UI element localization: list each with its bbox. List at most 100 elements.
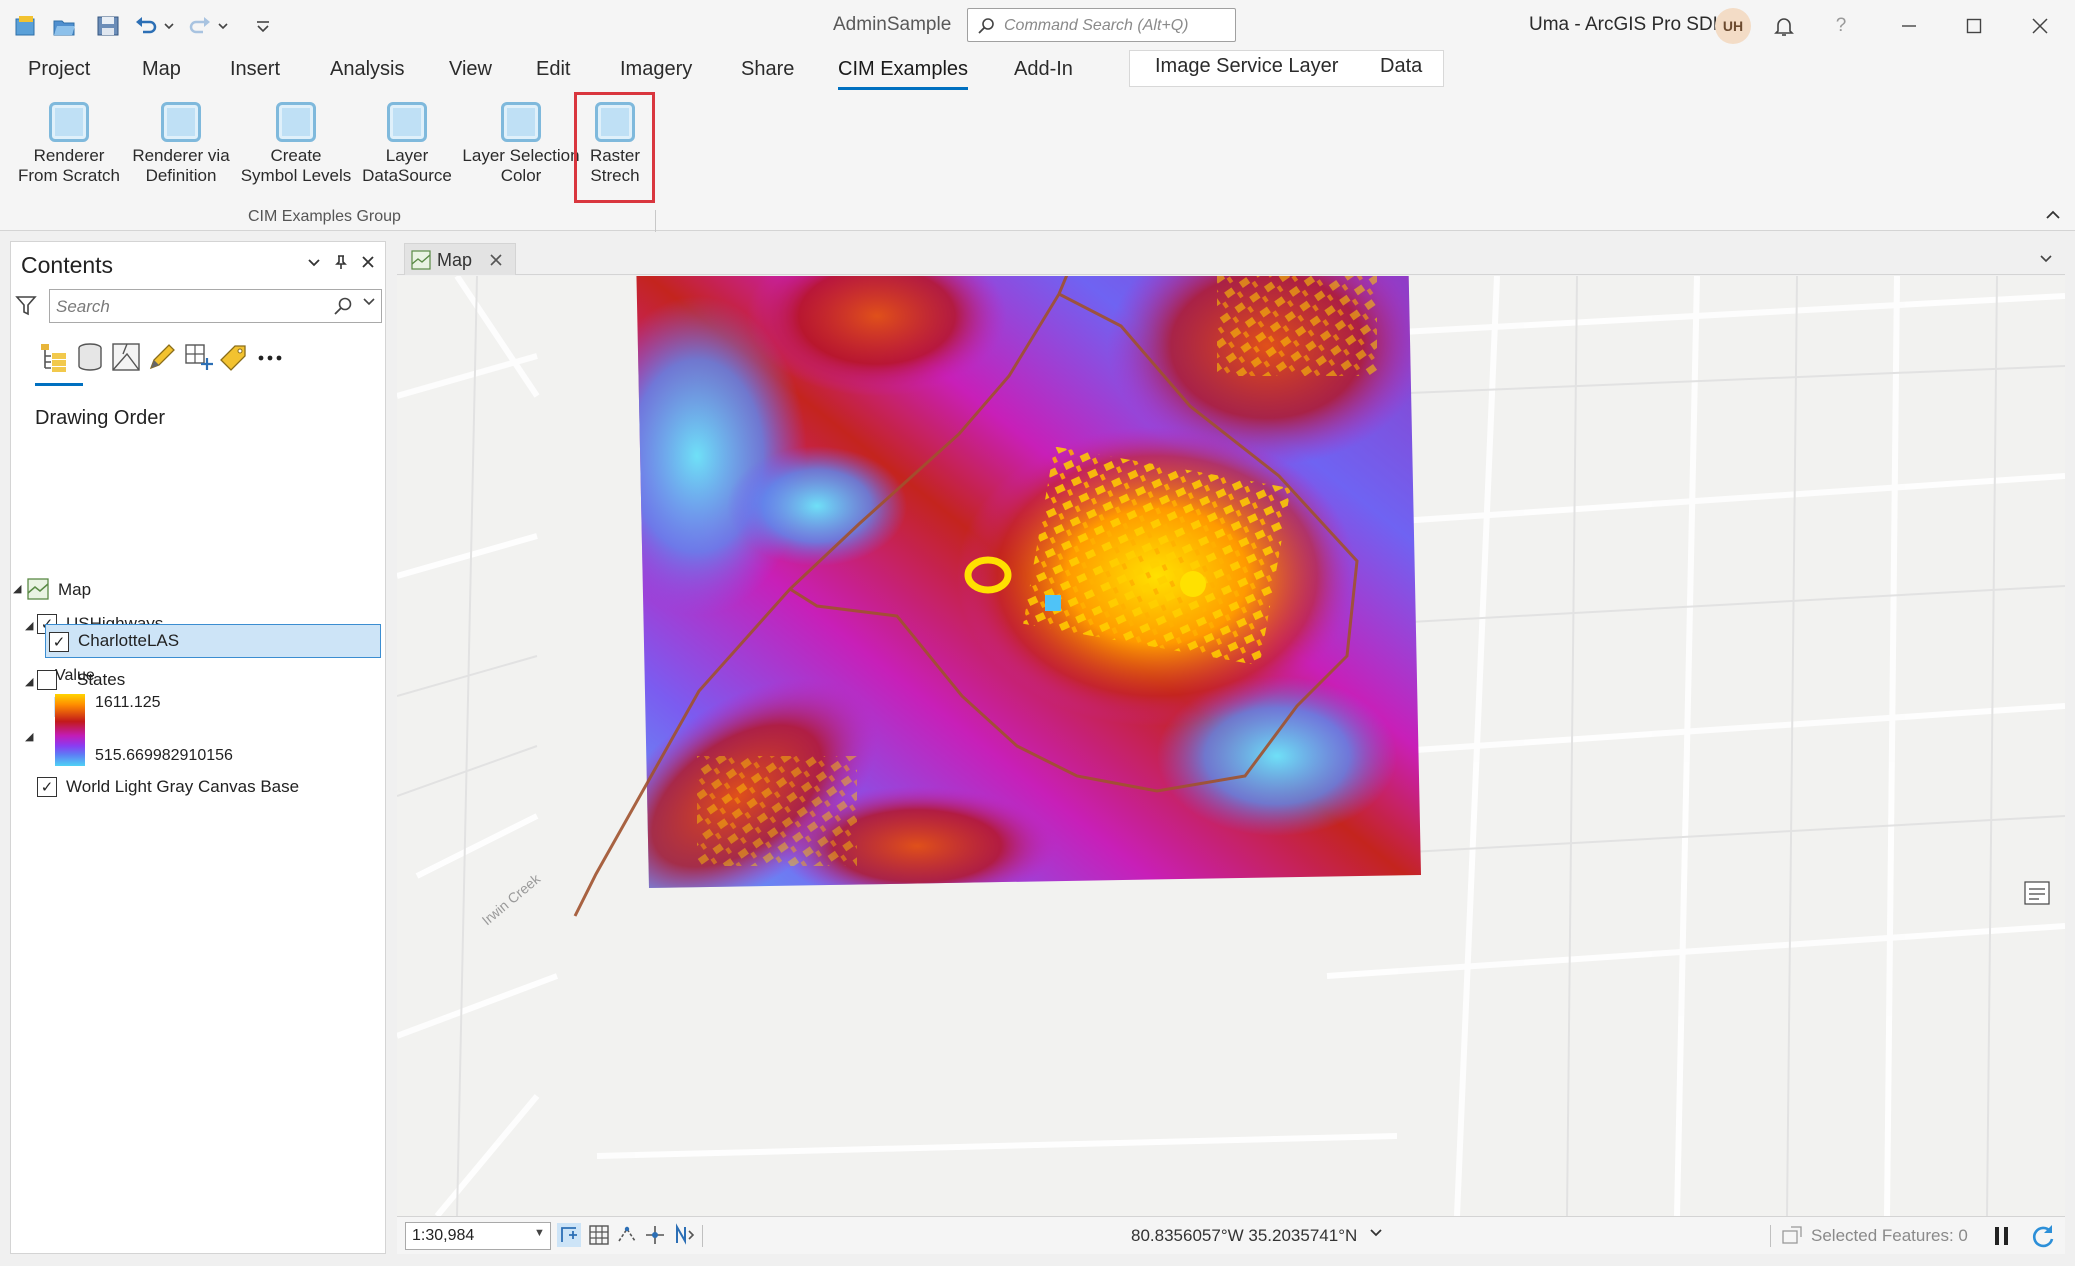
minimize-icon[interactable] xyxy=(1893,10,1925,42)
list-by-drawing-order-icon[interactable] xyxy=(37,340,71,374)
create-symbol-levels-button[interactable]: Create Symbol Levels xyxy=(236,98,356,198)
list-by-source-icon[interactable] xyxy=(73,340,107,374)
map-icon xyxy=(411,250,431,270)
tab-image-service-layer[interactable]: Image Service Layer xyxy=(1155,55,1338,85)
view-options-chevron-down-icon[interactable] xyxy=(2038,250,2054,266)
basemap-street-label: Irwin Creek xyxy=(479,870,544,928)
snapping-toggle-icon[interactable] xyxy=(557,1223,581,1247)
expand-ushighways-arrow-icon[interactable]: ◢ xyxy=(25,619,33,632)
constraints-icon[interactable] xyxy=(615,1223,639,1247)
color-ramp-legend xyxy=(55,694,85,766)
scale-value: 1:30,984 xyxy=(412,1227,475,1244)
undo-icon[interactable] xyxy=(132,12,160,40)
contents-search-input[interactable]: Search xyxy=(49,289,382,323)
button-icon xyxy=(387,102,427,142)
statusbar-separator xyxy=(702,1225,703,1247)
project-name: AdminSample xyxy=(833,14,952,35)
undo-dropdown-icon[interactable] xyxy=(162,12,176,40)
ribbon-group-label: CIM Examples Group xyxy=(248,208,401,225)
redo-dropdown-icon[interactable] xyxy=(216,12,230,40)
search-icon[interactable] xyxy=(333,296,353,316)
button-label-line1: Renderer via xyxy=(132,146,230,165)
north-arrow-correction-icon[interactable] xyxy=(673,1223,697,1247)
search-placeholder: Search xyxy=(56,297,110,316)
basemap-checkbox[interactable]: ✓ xyxy=(37,777,57,797)
command-search-placeholder: Command Search (Alt+Q) xyxy=(1004,17,1189,34)
tab-cim-examples[interactable]: CIM Examples xyxy=(838,58,969,90)
more-options-icon[interactable] xyxy=(253,340,287,374)
open-project-icon[interactable] xyxy=(50,12,78,40)
renderer-via-definition-button[interactable]: Renderer via Definition xyxy=(128,98,234,198)
active-tool-indicator xyxy=(35,383,83,386)
grid-icon[interactable] xyxy=(587,1223,611,1247)
layer-selection-color-button[interactable]: Layer Selection Color xyxy=(459,98,583,198)
save-project-icon[interactable] xyxy=(94,12,122,40)
renderer-from-scratch-button[interactable]: Renderer From Scratch xyxy=(12,98,126,198)
close-pane-icon[interactable] xyxy=(360,254,376,275)
tab-edit[interactable]: Edit xyxy=(536,58,570,88)
list-by-editing-icon[interactable] xyxy=(145,340,179,374)
tab-data[interactable]: Data xyxy=(1380,55,1422,85)
ribbon-tab-bar: Project Map Insert Analysis View Edit Im… xyxy=(0,52,2075,92)
tab-analysis[interactable]: Analysis xyxy=(330,58,404,88)
pane-options-chevron-down-icon[interactable] xyxy=(306,254,322,275)
states-checkbox[interactable] xyxy=(37,670,57,690)
expand-map-arrow-icon[interactable]: ◢ xyxy=(13,582,21,595)
button-icon xyxy=(161,102,201,142)
command-search-input[interactable]: Command Search (Alt+Q) xyxy=(967,8,1236,42)
help-button[interactable]: ? xyxy=(1825,10,1857,42)
map-tab-label: Map xyxy=(437,250,473,270)
button-label-line1: Layer Selection xyxy=(462,146,580,165)
filter-icon[interactable] xyxy=(15,294,37,318)
tab-map[interactable]: Map xyxy=(142,58,181,88)
button-icon xyxy=(501,102,541,142)
tab-imagery[interactable]: Imagery xyxy=(620,58,692,88)
charlottelas-layer-label[interactable]: CharlotteLAS xyxy=(78,631,179,651)
map-status-bar: 1:30,984 ▼ 80.8356057°W 35.2035741°N Sel… xyxy=(397,1216,2065,1254)
tab-share[interactable]: Share xyxy=(741,58,794,88)
new-project-icon[interactable] xyxy=(12,12,40,40)
tab-view[interactable]: View xyxy=(449,58,492,88)
list-by-selection-icon[interactable] xyxy=(109,340,143,374)
snap-cursor-icon[interactable] xyxy=(643,1223,667,1247)
expand-states-arrow-icon[interactable]: ◢ xyxy=(25,675,33,688)
avatar[interactable]: UH xyxy=(1715,8,1751,44)
attribution-icon[interactable] xyxy=(2024,881,2050,905)
redo-icon[interactable] xyxy=(186,12,214,40)
tab-map-view[interactable]: Map xyxy=(404,243,516,275)
pause-drawing-icon[interactable] xyxy=(1994,1225,2010,1247)
close-tab-icon[interactable] xyxy=(489,247,503,273)
button-icon xyxy=(49,102,89,142)
scale-dropdown-icon[interactable]: ▼ xyxy=(534,1227,545,1239)
tab-add-in[interactable]: Add-In xyxy=(1014,58,1073,88)
list-by-labeling-icon[interactable] xyxy=(217,340,251,374)
close-window-icon[interactable] xyxy=(2024,10,2056,42)
button-label-line1: Create xyxy=(270,146,322,165)
charlottelas-checkbox[interactable]: ✓ xyxy=(49,632,69,652)
refresh-icon[interactable] xyxy=(2028,1222,2056,1250)
legend-title: Value xyxy=(55,667,95,684)
collapse-ribbon-icon[interactable] xyxy=(2044,206,2062,229)
scale-selector[interactable]: 1:30,984 ▼ xyxy=(405,1222,551,1250)
ribbon-body: Renderer From Scratch Renderer via Defin… xyxy=(0,92,2075,232)
map-canvas[interactable]: Irwin Creek xyxy=(397,276,2065,1216)
tab-insert[interactable]: Insert xyxy=(230,58,280,88)
selected-features-icon[interactable] xyxy=(1781,1225,1803,1247)
list-by-snapping-icon[interactable] xyxy=(181,340,215,374)
pin-icon[interactable] xyxy=(333,254,349,275)
contents-pane: Contents Search Drawing Order ◢ Map ◢ ✓ … xyxy=(10,241,386,1254)
coordinate-format-chevron-icon[interactable] xyxy=(1368,1224,1384,1240)
app-title: Uma - ArcGIS Pro SDK xyxy=(1529,14,1726,35)
ribbon-group-separator xyxy=(655,210,656,232)
notifications-bell-icon[interactable] xyxy=(1768,10,1800,42)
basemap-layer-label[interactable]: World Light Gray Canvas Base xyxy=(66,777,299,797)
map-layer-label[interactable]: Map xyxy=(58,580,91,600)
map-graphic[interactable]: Irwin Creek xyxy=(397,276,2065,1216)
customize-toolbar-icon[interactable] xyxy=(252,12,274,40)
highlight-box xyxy=(574,92,655,203)
expand-charlottelas-arrow-icon[interactable]: ◢ xyxy=(25,730,33,743)
tab-project[interactable]: Project xyxy=(28,58,90,88)
layer-datasource-button[interactable]: Layer DataSource xyxy=(358,98,456,198)
search-options-chevron-icon[interactable] xyxy=(362,294,376,313)
maximize-icon[interactable] xyxy=(1958,10,1990,42)
